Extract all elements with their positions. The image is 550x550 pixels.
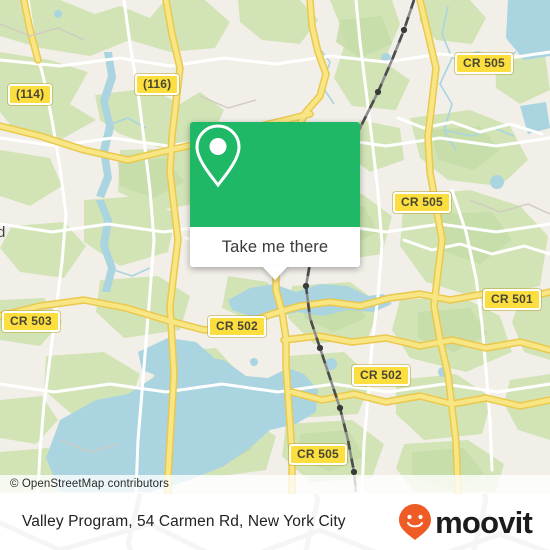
moovit-smiley-pin-icon (399, 504, 432, 540)
road-shield[interactable]: CR 503 (2, 311, 60, 332)
map-canvas[interactable]: d (114) (116) CR 505 CR 505 CR 501 CR 50… (0, 0, 550, 494)
location-popup[interactable]: Take me there (190, 122, 360, 280)
road-shield[interactable]: CR 501 (483, 289, 541, 310)
road-shield[interactable]: CR 505 (455, 53, 513, 74)
map-attribution[interactable]: © OpenStreetMap contributors (0, 475, 550, 494)
moovit-map-card: d (114) (116) CR 505 CR 505 CR 501 CR 50… (0, 0, 550, 550)
location-pin-icon (195, 124, 241, 188)
take-me-there-button[interactable]: Take me there (190, 227, 360, 267)
moovit-wordmark: moovit (435, 504, 533, 540)
road-shield[interactable]: (116) (135, 74, 180, 95)
road-shield[interactable]: CR 505 (289, 444, 347, 465)
road-shield[interactable]: (114) (8, 84, 53, 105)
popup-tail (262, 266, 288, 280)
road-shield[interactable]: CR 502 (352, 365, 410, 386)
road-shield[interactable]: CR 505 (393, 192, 451, 213)
popup-header (190, 122, 360, 227)
road-shield[interactable]: CR 502 (208, 316, 266, 337)
footer-bar: Valley Program, 54 Carmen Rd, New York C… (0, 494, 550, 550)
place-label: d (0, 224, 6, 241)
moovit-brand[interactable]: moovit (398, 494, 533, 550)
location-title: Valley Program, 54 Carmen Rd, New York C… (22, 513, 346, 530)
